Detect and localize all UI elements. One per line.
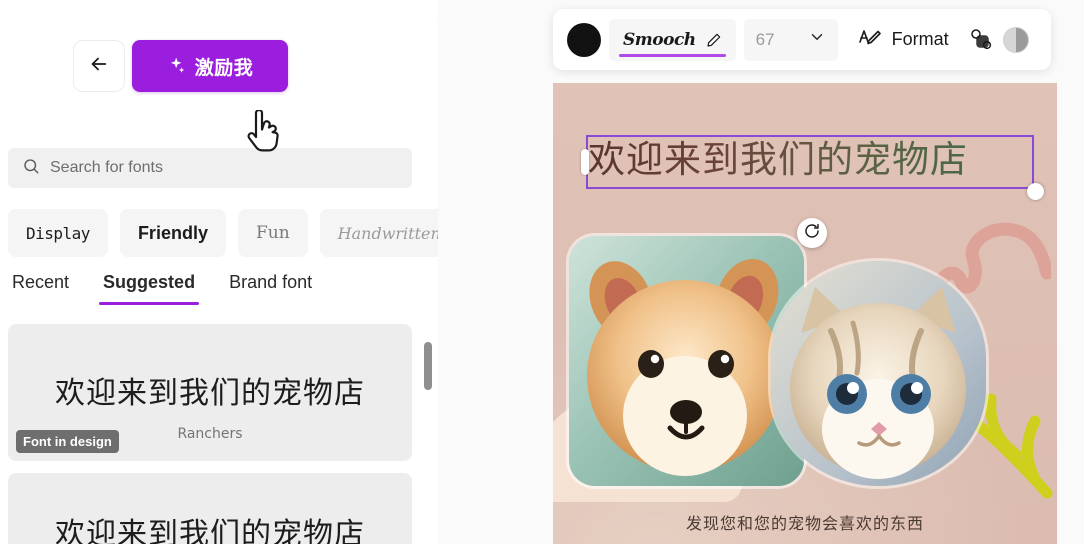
inspire-me-button[interactable]: 激励我: [132, 40, 288, 92]
back-button[interactable]: [73, 40, 125, 92]
tab-brand-font-label: Brand font: [229, 272, 313, 292]
font-preview-text: 欢迎来到我们的宠物店: [55, 376, 365, 411]
pill-display[interactable]: Display: [8, 209, 108, 257]
text-format-icon: [858, 25, 882, 54]
font-result-list: 欢迎来到我们的宠物店 Ranchers Font in design 欢迎来到我…: [8, 324, 412, 544]
subtitle-text: 发现您和您的宠物会喜欢的东西: [685, 514, 924, 533]
editor-workspace: Smooch 67 Format 欢迎来到我们的宠物店 发现您和您的宠物会喜欢的…: [438, 0, 1084, 544]
font-source-tabs: Recent Suggested Brand font: [8, 272, 316, 305]
tab-suggested[interactable]: Suggested: [99, 272, 200, 305]
search-icon: [22, 157, 40, 180]
chevron-down-icon: [808, 28, 826, 51]
font-size-value: 67: [755, 29, 775, 49]
format-button[interactable]: Format: [846, 19, 957, 61]
font-family-selector[interactable]: Smooch: [609, 18, 736, 61]
search-input[interactable]: Search for fonts: [8, 148, 412, 188]
sparkle-icon: [167, 56, 187, 76]
design-canvas[interactable]: 欢迎来到我们的宠物店 发现您和您的宠物会喜欢的东西: [553, 83, 1057, 544]
heading-text-element[interactable]: 欢迎来到我们的宠物店: [581, 133, 1044, 200]
font-family-underline: [619, 53, 726, 57]
format-label: Format: [891, 29, 949, 49]
kitten-photo[interactable]: [771, 261, 986, 486]
scrollbar-thumb[interactable]: [424, 342, 432, 390]
search-placeholder: Search for fonts: [50, 159, 163, 176]
font-list-item[interactable]: 欢迎来到我们的宠物店 Ranchers Font in design: [8, 324, 412, 461]
pill-fun[interactable]: Fun: [237, 209, 308, 257]
tab-active-underline: [99, 302, 200, 305]
puppy-photo[interactable]: [569, 236, 804, 486]
opacity-icon[interactable]: [1002, 26, 1029, 53]
resize-handle-left[interactable]: [581, 149, 589, 175]
pill-handwritten[interactable]: Handwritten: [319, 209, 438, 257]
font-list-item[interactable]: 欢迎来到我们的宠物店: [8, 473, 412, 544]
font-family-value: Smooch: [623, 29, 696, 50]
effects-icon[interactable]: [965, 25, 995, 55]
pill-friendly[interactable]: Friendly: [119, 209, 226, 257]
font-panel: 激励我 Search for fonts Display Friendly Fu…: [0, 14, 438, 544]
tab-brand-font[interactable]: Brand font: [225, 272, 316, 305]
font-category-pills: Display Friendly Fun Handwritten Mo: [8, 208, 438, 258]
tab-suggested-label: Suggested: [103, 272, 196, 292]
app-root: 激励我 Search for fonts Display Friendly Fu…: [0, 0, 1084, 544]
tab-recent-label: Recent: [12, 272, 70, 292]
font-list-scrollbar[interactable]: [424, 324, 432, 544]
font-size-selector[interactable]: 67: [743, 18, 838, 61]
tab-recent[interactable]: Recent: [8, 272, 73, 305]
heading-text-value: 欢迎来到我们的宠物店: [588, 133, 1032, 187]
font-panel-header: 激励我: [0, 40, 438, 152]
rotate-handle[interactable]: [797, 218, 827, 248]
font-in-design-badge: Font in design: [16, 430, 119, 453]
rotate-icon: [803, 222, 821, 245]
text-toolbar: Smooch 67 Format: [553, 9, 1051, 70]
resize-handle-bottom-right[interactable]: [1027, 183, 1044, 200]
pencil-icon: [706, 32, 722, 48]
arrow-left-icon: [88, 53, 110, 80]
inspire-me-label: 激励我: [194, 57, 254, 79]
text-color-swatch[interactable]: [567, 22, 601, 57]
font-preview-text: 欢迎来到我们的宠物店: [55, 517, 365, 544]
